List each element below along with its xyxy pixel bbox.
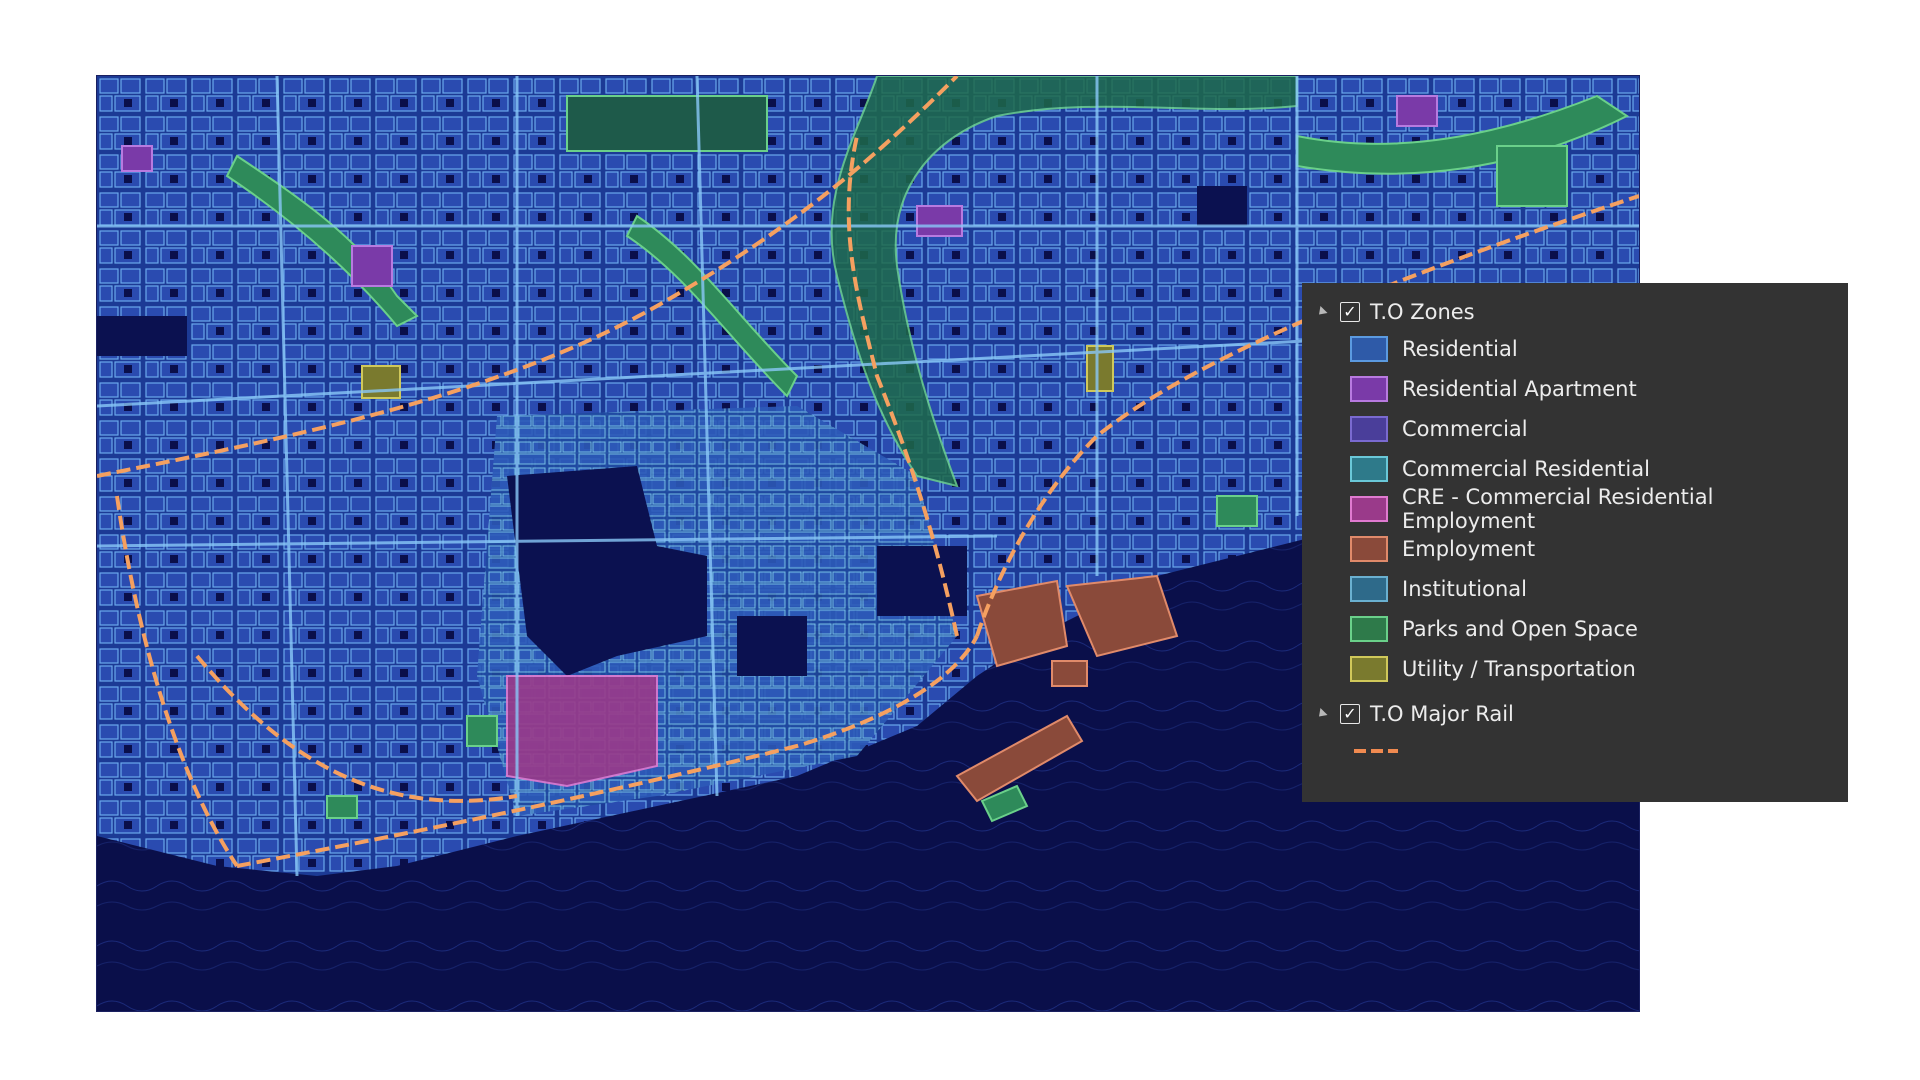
- apartment-block-2: [121, 145, 153, 172]
- park-block-1: [566, 95, 768, 152]
- legend-item: Employment: [1302, 529, 1848, 569]
- rail-line-symbol: [1354, 749, 1398, 753]
- apartment-block-3: [1396, 95, 1438, 127]
- checkbox-icon[interactable]: ✓: [1340, 704, 1360, 724]
- legend-label: Employment: [1402, 537, 1536, 561]
- legend-label: Commercial: [1402, 417, 1528, 441]
- cre-cluster: [506, 675, 658, 788]
- legend-item: Commercial: [1302, 409, 1848, 449]
- park-block-2: [326, 795, 358, 819]
- collapse-arrow-icon[interactable]: [1315, 707, 1334, 721]
- legend-item: Institutional: [1302, 569, 1848, 609]
- legend-swatch: [1350, 336, 1388, 362]
- legend-item: CRE - Commercial Residential Employment: [1302, 485, 1848, 533]
- layer-title: T.O Zones: [1370, 300, 1475, 324]
- legend-item: Parks and Open Space: [1302, 609, 1848, 649]
- legend-swatch: [1350, 536, 1388, 562]
- legend-label: Residential Apartment: [1402, 377, 1637, 401]
- legend-item: Residential: [1302, 329, 1848, 369]
- dark-parcel-5: [1197, 186, 1247, 226]
- legend-swatch: [1350, 496, 1388, 522]
- apartment-block-1: [916, 205, 963, 237]
- legend-label: CRE - Commercial Residential Employment: [1402, 485, 1714, 533]
- rail-legend-item: [1302, 731, 1848, 771]
- legend-label: Institutional: [1402, 577, 1527, 601]
- employment-area-3: [1051, 660, 1088, 687]
- dark-parcel-3: [877, 546, 967, 616]
- apartment-block-4: [351, 245, 393, 287]
- legend-swatch: [1350, 376, 1388, 402]
- legend-swatch: [1350, 576, 1388, 602]
- legend-label: Utility / Transportation: [1402, 657, 1636, 681]
- legend-swatch: [1350, 656, 1388, 682]
- legend-label: Parks and Open Space: [1402, 617, 1638, 641]
- legend-item: Residential Apartment: [1302, 369, 1848, 409]
- park-block-6: [1496, 145, 1568, 207]
- utility-block-1: [361, 365, 401, 399]
- legend-label: Residential: [1402, 337, 1518, 361]
- dark-parcel-4: [97, 316, 187, 356]
- legend-label: Commercial Residential: [1402, 457, 1650, 481]
- legend-swatch: [1350, 456, 1388, 482]
- park-block-3: [466, 715, 498, 747]
- dark-parcel-2: [737, 616, 807, 676]
- park-block-4: [1216, 495, 1258, 527]
- legend-item: Utility / Transportation: [1302, 649, 1848, 689]
- legend-swatch: [1350, 616, 1388, 642]
- legend-swatch: [1350, 416, 1388, 442]
- zone-legend-items: Residential Residential Apartment Commerci…: [1302, 329, 1848, 689]
- legend-panel: ✓ T.O Zones Residential Residential Apart…: [1302, 283, 1848, 802]
- layer-header-rail[interactable]: ✓ T.O Major Rail: [1302, 697, 1848, 731]
- layer-header-zones[interactable]: ✓ T.O Zones: [1302, 295, 1848, 329]
- checkbox-icon[interactable]: ✓: [1340, 302, 1360, 322]
- collapse-arrow-icon[interactable]: [1315, 305, 1334, 319]
- layer-title: T.O Major Rail: [1370, 702, 1514, 726]
- legend-item: Commercial Residential: [1302, 449, 1848, 489]
